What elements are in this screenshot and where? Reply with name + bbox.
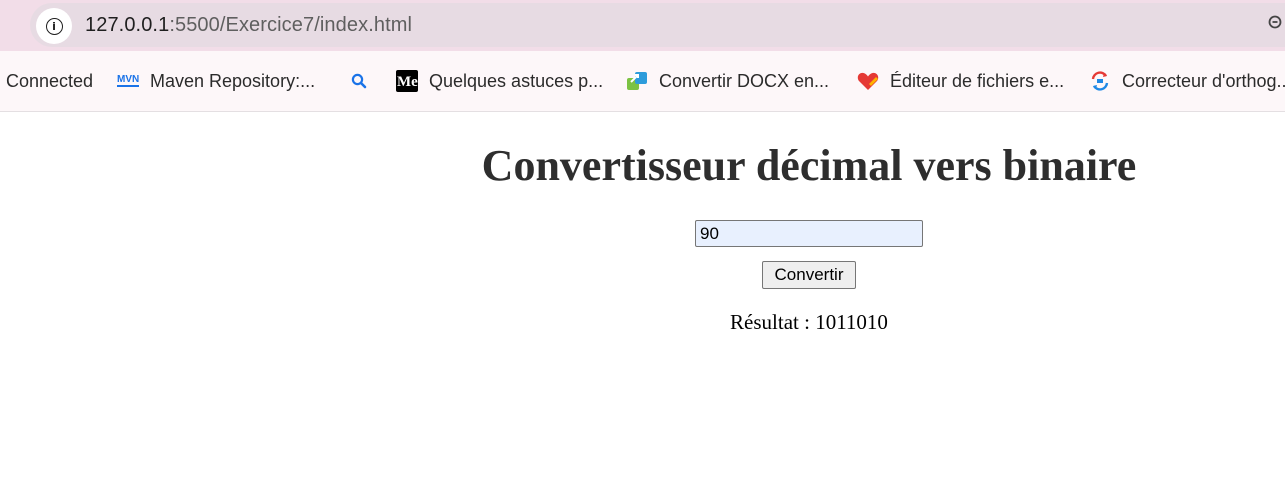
bookmark-label: Correcteur d'orthog... (1122, 70, 1285, 91)
bookmark-label: Convertir DOCX en... (659, 70, 830, 91)
heart-edit-icon (857, 70, 879, 92)
browser-toolbar: i 127.0.0.1:5500/Exercice7/index.html (0, 0, 1285, 51)
search-icon (348, 70, 370, 92)
bookmark-label: Éditeur de fichiers e... (890, 70, 1065, 91)
address-url[interactable]: 127.0.0.1:5500/Exercice7/index.html (85, 14, 412, 37)
svg-text:MVN: MVN (117, 74, 139, 85)
bookmark-label: Connected (6, 70, 94, 91)
result-text: Résultat : 1011010 (730, 310, 888, 334)
convert-button[interactable]: Convertir (762, 261, 856, 289)
bookmark-correcteur[interactable]: Correcteur d'orthog... (1089, 70, 1285, 92)
zoom-icon[interactable] (1268, 15, 1283, 30)
info-icon: i (45, 17, 63, 35)
bookmark-maven[interactable]: MVN Maven Repository:... (117, 70, 315, 92)
medium-icon: Me (396, 70, 418, 92)
maven-icon: MVN (117, 70, 139, 92)
bookmarks-bar: Connected MVN Maven Repository:... Me Qu… (0, 51, 1285, 112)
spellcheck-icon (1089, 70, 1111, 92)
svg-text:Me: Me (397, 74, 418, 90)
url-path: :5500/Exercice7/index.html (169, 14, 413, 36)
url-host: 127.0.0.1 (85, 14, 170, 36)
bookmark-label: Quelques astuces p... (429, 70, 604, 91)
decimal-input[interactable] (695, 220, 923, 247)
bookmark-search[interactable] (348, 70, 381, 92)
page-title: Convertisseur décimal vers binaire (481, 141, 1137, 190)
bookmark-convertir[interactable]: Convertir DOCX en... (626, 70, 829, 92)
bookmark-editeur[interactable]: Éditeur de fichiers e... (857, 70, 1064, 92)
site-info-button[interactable]: i (36, 8, 72, 44)
bookmark-label: Maven Repository:... (150, 70, 316, 91)
convert-icon (626, 70, 648, 92)
bookmark-connected[interactable]: Connected (6, 70, 93, 92)
bookmark-medium[interactable]: Me Quelques astuces p... (396, 70, 603, 92)
